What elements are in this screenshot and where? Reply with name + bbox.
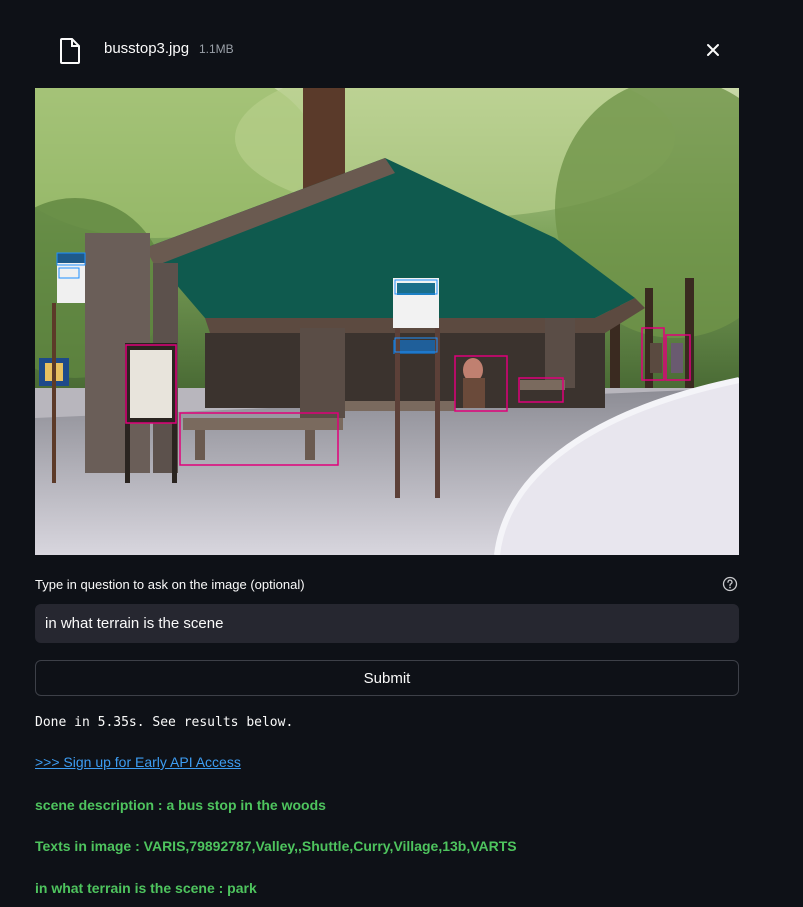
- file-row: busstop3.jpg 1.1MB: [35, 30, 739, 68]
- uploaded-image: [35, 88, 739, 555]
- result-texts-in-image: Texts in image : VARIS,79892787,Valley,,…: [35, 838, 517, 854]
- result-scene-description: scene description : a bus stop in the wo…: [35, 797, 326, 813]
- result-terrain-answer: in what terrain is the scene : park: [35, 880, 257, 896]
- file-size: 1.1MB: [199, 42, 234, 56]
- help-circle-icon[interactable]: [722, 576, 738, 592]
- submit-button[interactable]: Submit: [35, 660, 739, 696]
- file-icon: [60, 38, 80, 64]
- api-access-link[interactable]: >>> Sign up for Early API Access: [35, 754, 241, 770]
- question-label: Type in question to ask on the image (op…: [35, 577, 305, 592]
- bus-stop-photo: [35, 88, 739, 555]
- question-input[interactable]: [35, 604, 739, 643]
- status-text: Done in 5.35s. See results below.: [35, 715, 294, 730]
- close-icon[interactable]: [699, 36, 727, 64]
- file-name: busstop3.jpg: [104, 40, 190, 57]
